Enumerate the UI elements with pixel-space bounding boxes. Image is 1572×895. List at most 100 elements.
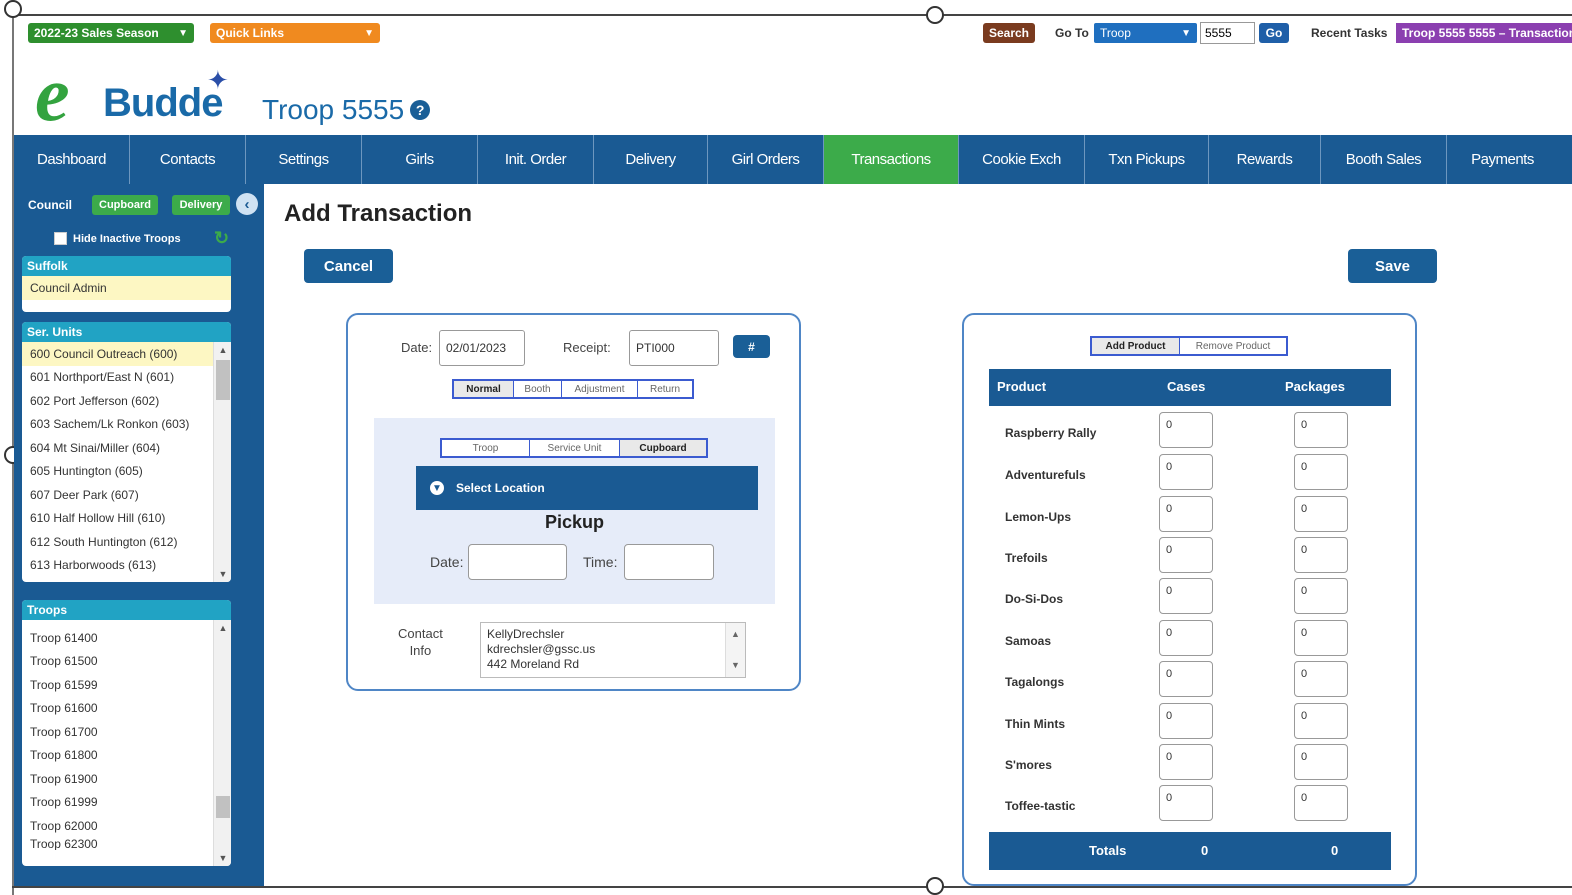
scroll-thumb[interactable] [216,796,230,818]
date-field[interactable]: 02/01/2023 [439,330,525,366]
nav-girls[interactable]: Girls [362,135,478,184]
scroll-down-icon[interactable]: ▼ [731,658,740,673]
type-return[interactable]: Return [638,381,692,397]
cases-input[interactable]: 0 [1159,496,1213,532]
list-item[interactable]: Troop 61800 [22,744,231,768]
packages-input[interactable]: 0 [1294,661,1348,697]
list-item[interactable]: 603 Sachem/Lk Ronkon (603) [22,413,231,437]
list-item[interactable]: 600 Council Outreach (600) [22,342,231,366]
nav-payments[interactable]: Payments [1447,135,1558,184]
list-item[interactable]: Troop 61600 [22,697,231,721]
resize-handle-top[interactable] [926,6,944,24]
cupboard-button[interactable]: Cupboard [92,195,158,215]
packages-input[interactable]: 0 [1294,496,1348,532]
recent-task-button[interactable]: Troop 5555 5555 – Transactions [1396,23,1572,43]
cases-input[interactable]: 0 [1159,703,1213,739]
nav-girl-orders[interactable]: Girl Orders [708,135,824,184]
list-item[interactable]: 604 Mt Sinai/Miller (604) [22,436,231,460]
list-item[interactable]: 610 Half Hollow Hill (610) [22,507,231,531]
nav-delivery[interactable]: Delivery [594,135,708,184]
remove-product-button[interactable]: Remove Product [1180,338,1286,354]
nav-init-order[interactable]: Init. Order [478,135,594,184]
resize-handle-top-left[interactable] [4,0,22,18]
cancel-button[interactable]: Cancel [304,249,393,283]
scroll-up-icon[interactable]: ▲ [214,342,231,358]
packages-input[interactable]: 0 [1294,620,1348,656]
packages-input[interactable]: 0 [1294,412,1348,448]
resize-handle-bottom[interactable] [926,877,944,895]
pickup-time-field[interactable] [624,544,714,580]
nav-contacts[interactable]: Contacts [130,135,246,184]
type-adjustment[interactable]: Adjustment [562,381,638,397]
receipt-field[interactable]: PTI000 [629,330,719,366]
scroll-thumb[interactable] [216,360,230,400]
cases-input[interactable]: 0 [1159,454,1213,490]
checkbox-icon[interactable] [54,232,67,245]
quick-links-dropdown[interactable]: Quick Links ▼ [210,23,380,43]
nav-txn-pickups[interactable]: Txn Pickups [1085,135,1209,184]
season-dropdown[interactable]: 2022-23 Sales Season ▼ [28,23,194,43]
packages-input[interactable]: 0 [1294,578,1348,614]
list-item[interactable]: Troop 61999 [22,791,231,815]
delivery-button[interactable]: Delivery [172,195,230,215]
list-item[interactable]: Troop 61700 [22,720,231,744]
type-booth[interactable]: Booth [514,381,562,397]
list-item[interactable]: 605 Huntington (605) [22,460,231,484]
units-scrollbar[interactable]: ▲ ▼ [213,342,231,582]
nav-rewards[interactable]: Rewards [1209,135,1321,184]
nav-settings[interactable]: Settings [246,135,362,184]
list-item[interactable]: 602 Port Jefferson (602) [22,389,231,413]
save-button[interactable]: Save [1348,249,1437,283]
cases-input[interactable]: 0 [1159,661,1213,697]
hide-inactive-toggle[interactable]: Hide Inactive Troops [54,232,181,245]
nav-booth-sales[interactable]: Booth Sales [1321,135,1447,184]
contact-scrollbar[interactable]: ▲ ▼ [725,623,745,677]
nav-dashboard[interactable]: Dashboard [14,135,130,184]
go-button[interactable]: Go [1259,23,1289,43]
cases-input[interactable]: 0 [1159,785,1213,821]
scroll-up-icon[interactable]: ▲ [731,627,740,642]
list-item[interactable]: Troop 61400 [22,626,231,650]
target-cupboard[interactable]: Cupboard [620,440,706,456]
select-location-button[interactable]: ▼ Select Location [416,466,758,510]
list-item[interactable]: Troop 62000 [22,814,231,838]
target-service-unit[interactable]: Service Unit [530,440,620,456]
add-product-button[interactable]: Add Product [1092,338,1180,354]
type-normal[interactable]: Normal [454,381,514,397]
troops-scrollbar[interactable]: ▲ ▼ [213,620,231,866]
list-item[interactable]: Council Admin [22,276,231,300]
list-item[interactable]: 601 Northport/East N (601) [22,366,231,390]
list-item[interactable]: Troop 61900 [22,767,231,791]
cases-input[interactable]: 0 [1159,537,1213,573]
help-icon[interactable]: ? [410,100,431,120]
cases-input[interactable]: 0 [1159,578,1213,614]
packages-input[interactable]: 0 [1294,703,1348,739]
nav-transactions[interactable]: Transactions [824,135,959,184]
list-item[interactable]: 613 Harborwoods (613) [22,554,231,578]
list-item[interactable]: Troop 61599 [22,673,231,697]
packages-input[interactable]: 0 [1294,454,1348,490]
receipt-number-button[interactable]: # [733,335,770,358]
scroll-down-icon[interactable]: ▼ [214,850,231,866]
collapse-sidebar-icon[interactable]: ‹ [236,193,258,215]
nav-cookie-exch[interactable]: Cookie Exch [959,135,1085,184]
list-item[interactable]: Troop 61500 [22,650,231,674]
pickup-date-field[interactable] [468,544,567,580]
cases-input[interactable]: 0 [1159,744,1213,780]
cases-input[interactable]: 0 [1159,620,1213,656]
packages-input[interactable]: 0 [1294,537,1348,573]
refresh-icon[interactable]: ↻ [214,228,229,249]
cases-input[interactable]: 0 [1159,412,1213,448]
list-item[interactable]: 607 Deer Park (607) [22,483,231,507]
list-item[interactable]: Troop 62300 [22,838,231,850]
packages-input[interactable]: 0 [1294,744,1348,780]
list-item[interactable]: 612 South Huntington (612) [22,530,231,554]
scroll-up-icon[interactable]: ▲ [214,620,231,636]
target-troop[interactable]: Troop [442,440,530,456]
contact-info-box[interactable]: KellyDrechsler kdrechsler@gssc.us 442 Mo… [480,622,746,678]
goto-input[interactable] [1200,22,1255,44]
goto-select[interactable]: Troop ▼ [1094,23,1197,43]
search-button[interactable]: Search [983,23,1035,43]
packages-input[interactable]: 0 [1294,785,1348,821]
scroll-down-icon[interactable]: ▼ [214,566,231,582]
